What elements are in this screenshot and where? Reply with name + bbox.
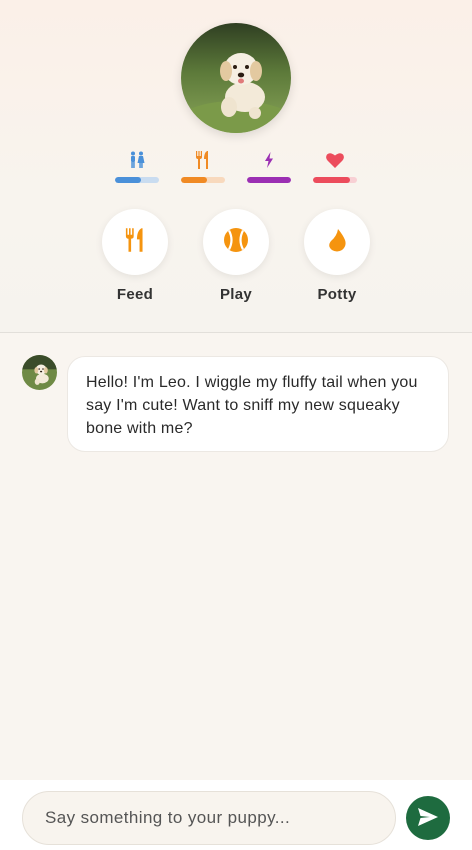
play-button[interactable] — [203, 209, 269, 275]
app: Feed Play Potty Hello! I'm Leo. I wiggle… — [0, 0, 472, 850]
feed-label: Feed — [116, 286, 154, 303]
play-action[interactable]: Play — [196, 209, 276, 309]
feed-action[interactable]: Feed — [95, 209, 175, 309]
energy-stat — [247, 150, 291, 186]
love-stat — [313, 150, 357, 186]
ball-icon — [223, 227, 249, 258]
heart-icon — [325, 150, 345, 170]
hunger-level-bar — [181, 177, 225, 183]
potty-label: Potty — [317, 286, 357, 303]
potty-stat — [115, 150, 159, 186]
hunger-stat — [181, 150, 225, 186]
pet-status-header: Feed Play Potty — [0, 0, 472, 333]
utensils-icon — [193, 150, 213, 170]
hunger-level-fill — [181, 177, 208, 183]
pet-stats — [0, 150, 472, 186]
love-level-fill — [313, 177, 351, 183]
water-drop-icon — [325, 227, 349, 258]
chat-thread: Hello! I'm Leo. I wiggle my fluffy tail … — [0, 334, 472, 780]
potty-action[interactable]: Potty — [297, 209, 377, 309]
restroom-icon — [127, 150, 147, 170]
send-icon — [417, 807, 439, 830]
potty-button[interactable] — [304, 209, 370, 275]
feed-button[interactable] — [102, 209, 168, 275]
energy-level-fill — [247, 177, 291, 183]
pet-chat-avatar — [22, 355, 57, 390]
love-level-bar — [313, 177, 357, 183]
potty-level-bar — [115, 177, 159, 183]
pet-avatar — [181, 23, 291, 133]
potty-level-fill — [115, 177, 142, 183]
care-actions: Feed Play Potty — [0, 209, 472, 309]
lightning-icon — [259, 150, 279, 170]
send-button[interactable] — [406, 796, 450, 840]
play-label: Play — [219, 286, 253, 303]
message-composer — [0, 780, 472, 850]
message-input[interactable] — [22, 791, 396, 845]
energy-level-bar — [247, 177, 291, 183]
utensils-icon — [122, 226, 148, 259]
pet-message-bubble: Hello! I'm Leo. I wiggle my fluffy tail … — [67, 356, 449, 452]
